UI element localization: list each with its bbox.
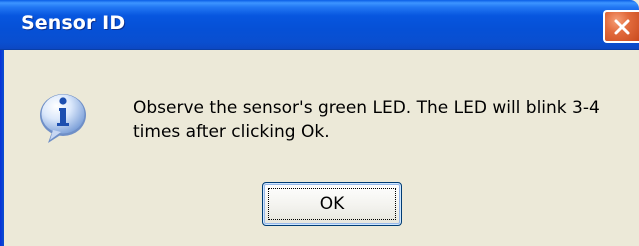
- title-bar[interactable]: Sensor ID: [0, 0, 639, 50]
- dialog-message: Observe the sensor's green LED. The LED …: [133, 96, 633, 144]
- message-line-1: Observe the sensor's green LED. The LED …: [133, 98, 600, 118]
- window-frame-left: [0, 50, 4, 246]
- close-button[interactable]: [603, 10, 639, 43]
- ok-button-label: OK: [268, 188, 396, 220]
- window-title: Sensor ID: [21, 12, 126, 34]
- info-icon: [40, 94, 86, 143]
- close-icon: [614, 19, 630, 35]
- dialog-window: Sensor ID Observe the sensor's green LED…: [0, 0, 639, 246]
- message-line-2: times after clicking Ok.: [133, 122, 330, 142]
- ok-button[interactable]: OK: [262, 182, 402, 226]
